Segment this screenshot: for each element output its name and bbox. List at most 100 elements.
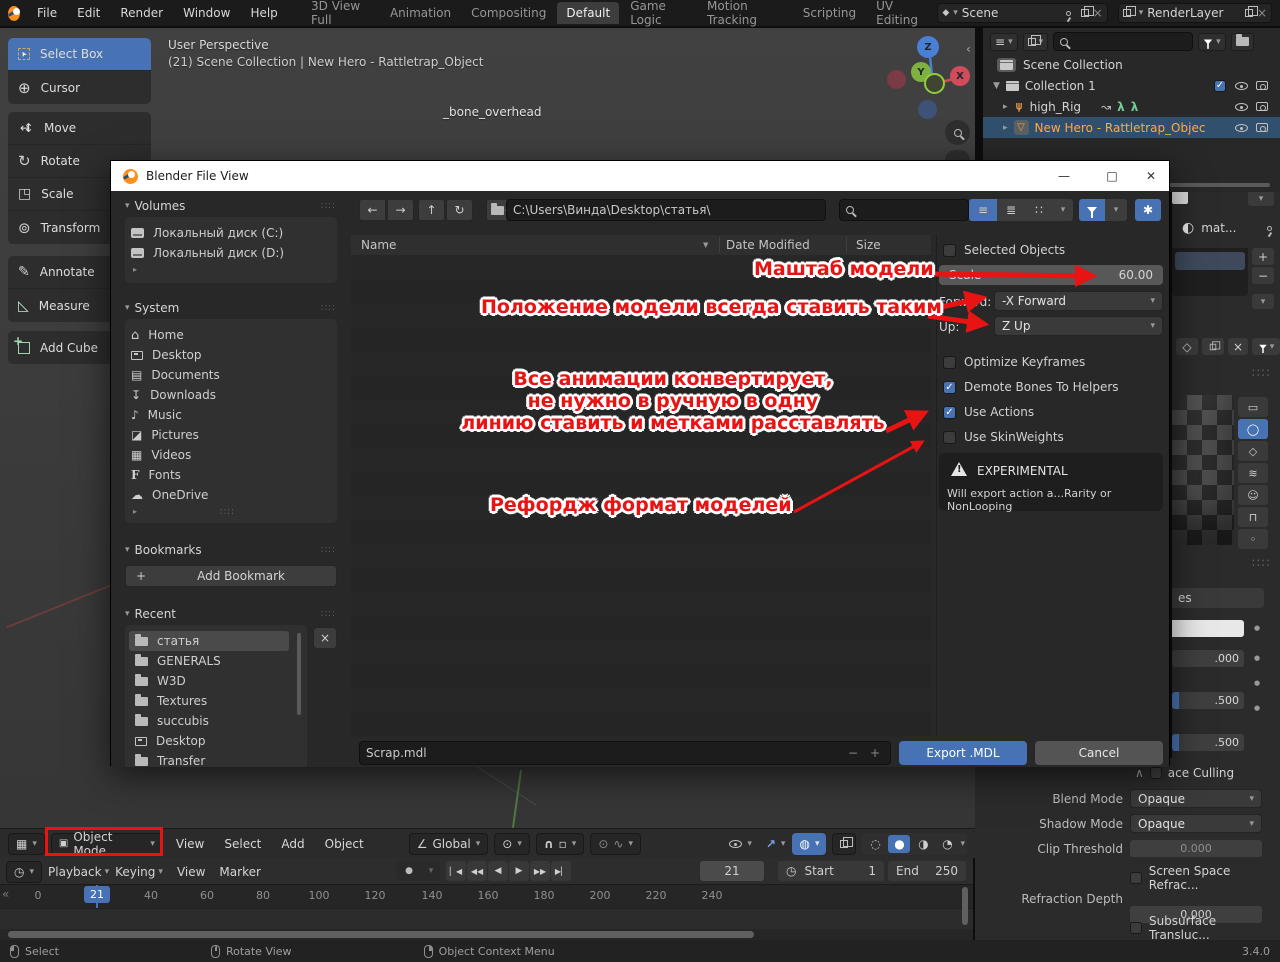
- prev-keyframe-button[interactable]: [467, 861, 487, 881]
- timeline-view-menu[interactable]: View: [177, 865, 205, 879]
- section-volumes[interactable]: Volumes: [125, 199, 186, 213]
- animate-dot[interactable]: [1254, 654, 1260, 662]
- shading-rendered-button[interactable]: [936, 835, 958, 853]
- collection-checkbox[interactable]: [1214, 79, 1226, 92]
- parent-dir-button[interactable]: [418, 199, 445, 221]
- expand-icon[interactable]: [1003, 123, 1008, 133]
- menu-add[interactable]: Add: [274, 837, 311, 851]
- zoom-button[interactable]: [945, 120, 970, 145]
- menu-file[interactable]: File: [28, 3, 66, 23]
- proportional-edit-toggle[interactable]: [590, 832, 641, 855]
- snap-toggle[interactable]: [535, 832, 585, 855]
- filter-settings-dropdown[interactable]: [1105, 199, 1127, 221]
- volume-item-c[interactable]: Локальный диск (C:): [125, 223, 321, 243]
- dialog-titlebar[interactable]: Blender File View: [111, 161, 1169, 191]
- slot-specials-button[interactable]: [1252, 294, 1274, 309]
- next-keyframe-button[interactable]: [530, 861, 550, 881]
- system-item-desktop[interactable]: Desktop: [125, 345, 321, 365]
- filter-toggle-button[interactable]: [1079, 199, 1105, 221]
- animate-dot[interactable]: [1254, 624, 1260, 632]
- timeline-ruler[interactable]: 0 40 60 80 100 120 140 160 180 200 220 2…: [0, 884, 973, 908]
- horizontal-list-button[interactable]: [997, 199, 1025, 221]
- camera-icon[interactable]: [1256, 123, 1268, 132]
- recent-item-generals[interactable]: GENERALS: [129, 651, 289, 671]
- workspace-tab-uv-editing[interactable]: UV Editing: [867, 0, 935, 31]
- add-slot-button[interactable]: [1252, 248, 1274, 265]
- new-layer-icon[interactable]: [1244, 6, 1258, 17]
- refresh-button[interactable]: [446, 199, 473, 221]
- workspace-tab-compositing[interactable]: Compositing: [462, 2, 555, 24]
- system-item-home[interactable]: Home: [125, 325, 321, 345]
- cancel-button[interactable]: Cancel: [1035, 741, 1163, 765]
- section-bookmarks[interactable]: Bookmarks: [125, 543, 202, 557]
- gizmo-z-axis[interactable]: Z: [917, 36, 939, 58]
- system-item-videos[interactable]: Videos: [125, 445, 321, 465]
- column-date-modified[interactable]: Date Modified: [726, 238, 810, 252]
- eye-icon[interactable]: [1235, 81, 1248, 90]
- editor-type-button[interactable]: [8, 832, 45, 855]
- material-slot-selected[interactable]: [1175, 252, 1245, 270]
- column-size[interactable]: Size: [856, 238, 881, 252]
- transform-orientation-dropdown[interactable]: Global: [408, 832, 489, 855]
- expand-icon[interactable]: [993, 81, 1000, 91]
- pin-icon[interactable]: [1065, 10, 1071, 16]
- gizmo-minus-z-axis[interactable]: [918, 100, 937, 119]
- base-color-field[interactable]: [1172, 620, 1244, 637]
- system-item-pictures[interactable]: Pictures: [125, 425, 321, 445]
- minimize-button[interactable]: [1041, 169, 1087, 183]
- gizmo-x-axis[interactable]: X: [950, 66, 970, 86]
- unlink-button[interactable]: [1228, 338, 1248, 355]
- outliner-filter-button[interactable]: [1198, 32, 1226, 51]
- column-divider[interactable]: [719, 237, 720, 253]
- eye-icon[interactable]: [1235, 123, 1248, 132]
- workspace-tab-3d-view-full[interactable]: 3D View Full: [302, 0, 379, 31]
- render-preview-toggle[interactable]: [832, 832, 857, 855]
- animate-dot[interactable]: [1254, 679, 1260, 687]
- eye-icon[interactable]: [1235, 102, 1248, 111]
- expand-channels-icon[interactable]: [2, 887, 9, 901]
- animate-dot[interactable]: [1254, 704, 1260, 712]
- play-reverse-button[interactable]: [488, 861, 508, 881]
- shading-solid-button[interactable]: [888, 834, 911, 853]
- system-item-music[interactable]: Music: [125, 405, 321, 425]
- panel-grip[interactable]: [1252, 556, 1271, 570]
- preview-cloth-button[interactable]: [1238, 507, 1268, 527]
- system-item-downloads[interactable]: Downloads: [125, 385, 321, 405]
- panel-collapse-icon[interactable]: [1135, 766, 1144, 780]
- section-system[interactable]: System: [125, 301, 180, 315]
- expand-icon[interactable]: [1003, 102, 1008, 112]
- use-skinweights-checkbox[interactable]: [943, 430, 956, 444]
- pin-icon[interactable]: [1267, 225, 1273, 231]
- auto-keying-button[interactable]: [396, 861, 422, 881]
- export-mdl-button[interactable]: Export .MDL: [899, 741, 1027, 765]
- menu-select[interactable]: Select: [217, 837, 268, 851]
- tool-cursor[interactable]: Cursor: [8, 71, 151, 104]
- recent-item-textures[interactable]: Textures: [129, 691, 289, 711]
- clip-threshold-field[interactable]: 0.000: [1130, 840, 1262, 857]
- frame-end-field[interactable]: End 250: [888, 861, 966, 881]
- maximize-button[interactable]: [1089, 169, 1135, 183]
- copy-material-button[interactable]: [1202, 338, 1224, 355]
- move-view-button[interactable]: [945, 150, 970, 160]
- vertical-list-button[interactable]: [969, 199, 997, 221]
- timeline-tracks[interactable]: [0, 908, 973, 929]
- increment-button[interactable]: [870, 746, 880, 760]
- value-slider[interactable]: .500: [1172, 692, 1244, 709]
- menu-edit[interactable]: Edit: [68, 3, 109, 23]
- tool-select-box[interactable]: Select Box: [8, 38, 151, 71]
- scene-selector[interactable]: Scene: [937, 3, 1108, 23]
- scale-slider[interactable]: Scale 60.00: [939, 265, 1163, 285]
- column-divider[interactable]: [846, 237, 847, 253]
- gizmo-minus-x-axis[interactable]: [887, 70, 906, 89]
- outliner-row-scene-collection[interactable]: Scene Collection: [983, 54, 1280, 75]
- keying-set-dropdown[interactable]: [422, 861, 440, 881]
- system-item-documents[interactable]: Documents: [125, 365, 321, 385]
- new-scene-icon[interactable]: [1080, 6, 1094, 17]
- timeline-marker-menu[interactable]: Marker: [219, 865, 260, 879]
- show-gizmo-dropdown[interactable]: [722, 833, 759, 855]
- camera-icon[interactable]: [1256, 81, 1268, 90]
- remove-slot-button[interactable]: [1252, 267, 1274, 284]
- recent-item-statya[interactable]: статья: [129, 631, 289, 651]
- clear-recent-button[interactable]: [313, 627, 337, 649]
- sidebar-collapse-icon[interactable]: [966, 42, 971, 56]
